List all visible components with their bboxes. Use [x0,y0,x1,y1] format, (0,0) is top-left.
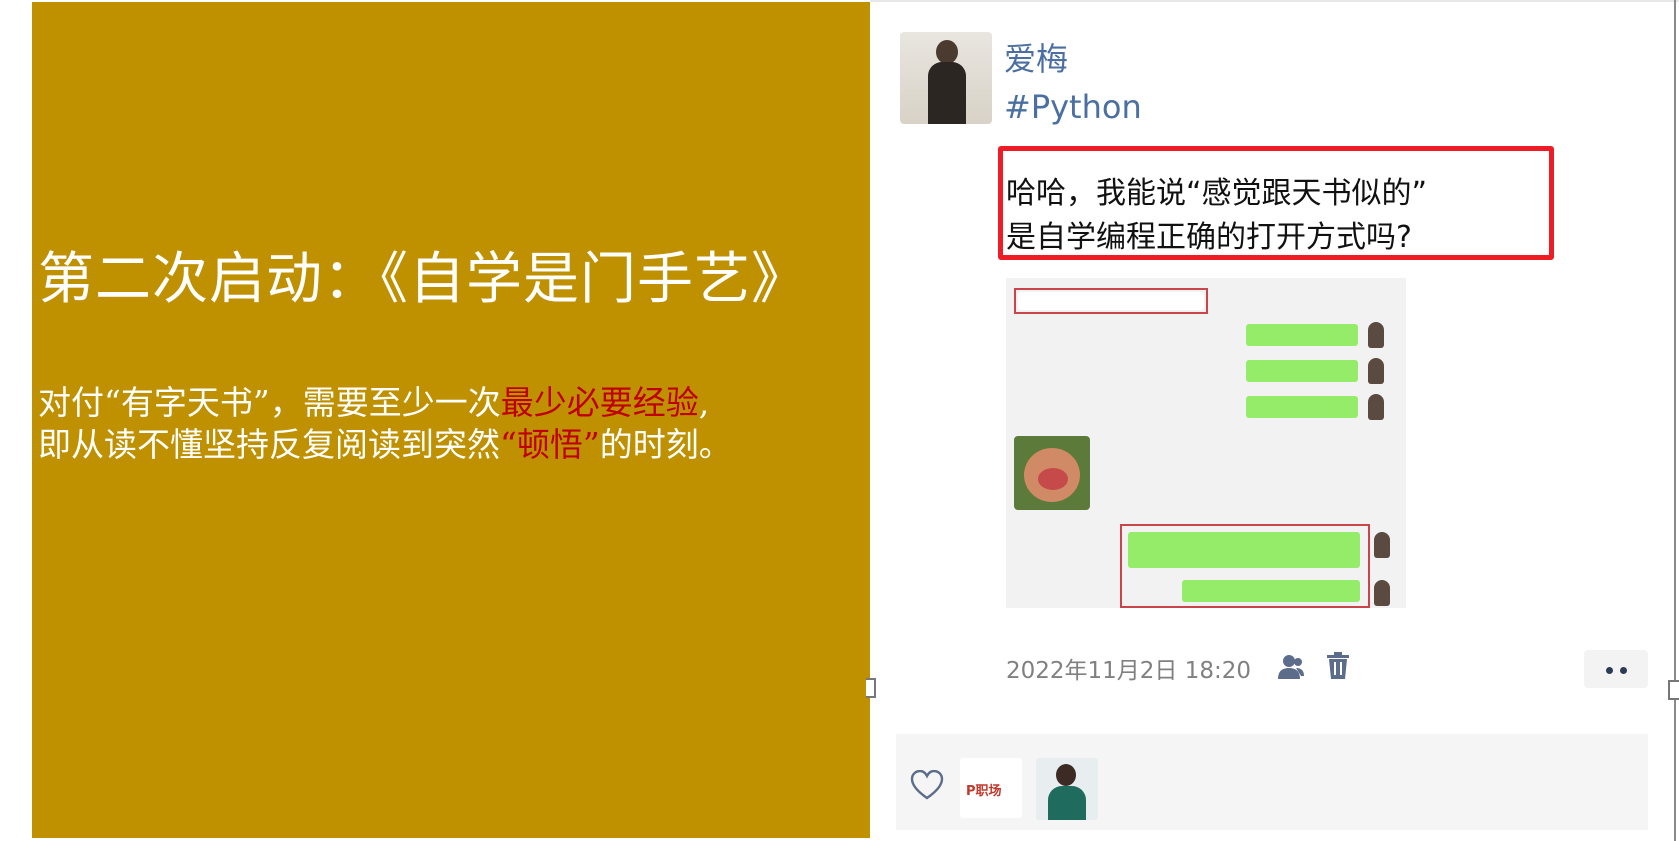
liker-avatar-body [1048,786,1086,820]
right-border-line [1674,0,1676,841]
more-dot [1606,667,1613,674]
post-timestamp: 2022年11月2日 18:20 [1006,658,1252,684]
poster-username[interactable]: 爱梅 [1004,34,1068,80]
slide-line-1-text: 对付“有字天书”，需要至少一次 [38,383,501,422]
chat-bubble-sent [1128,532,1360,568]
slide-line-1-emphasis: 最少必要经验 [500,383,699,422]
chat-avatar [1374,532,1390,558]
slide-line-2-emphasis: “顿悟” [500,425,600,464]
chat-sticker-image [1014,436,1090,510]
top-divider [870,0,1679,2]
liker-avatar-logo: P职场 [966,784,1002,799]
slide-title: 第二次启动：《自学是门手艺》 [38,247,808,312]
liker-avatar[interactable]: P职场 [960,758,1022,818]
heart-icon[interactable] [910,769,944,800]
slide-line-1: 对付“有字天书”，需要至少一次最少必要经验, [38,382,732,424]
chat-avatar [1374,580,1390,606]
chat-avatar [1368,394,1384,420]
more-icon[interactable] [1584,650,1648,688]
slide-line-2-text: 即从读不懂坚持反复阅读到突然 [38,425,500,464]
resize-handle-right[interactable] [1668,680,1679,700]
trash-icon[interactable] [1326,652,1350,680]
avatar-head [936,40,958,64]
avatar-body [928,62,966,124]
post-text-line-1: 哈哈，我能说“感觉跟天书似的” [1006,176,1428,211]
post-text-line-2: 是自学编程正确的打开方式吗? [1006,220,1412,255]
poster-avatar[interactable] [900,32,992,124]
sticker-nose [1038,468,1068,490]
likes-bar: P职场 [896,734,1648,830]
slide-line-1-punct: , [698,383,710,422]
chat-screenshot-image[interactable] [1006,278,1406,608]
more-dot [1620,667,1627,674]
liker-avatar-head [1056,764,1076,786]
liker-avatar[interactable] [1036,758,1098,820]
user-icon[interactable] [1276,654,1306,680]
chat-avatar [1368,322,1384,348]
slide-line-2-tail: 的时刻。 [599,425,732,464]
post-hashtag[interactable]: #Python [1004,88,1142,126]
chat-bubble-sent [1246,360,1358,382]
chat-avatar [1368,358,1384,384]
chat-bubble-sent [1246,396,1358,418]
resize-handle-left[interactable] [866,678,876,698]
slide-body: 对付“有字天书”，需要至少一次最少必要经验, 即从读不懂坚持反复阅读到突然“顿悟… [38,382,732,466]
chat-bubble-received [1018,292,1204,310]
chat-bubble-sent [1182,580,1360,602]
post-text: 哈哈，我能说“感觉跟天书似的” 是自学编程正确的打开方式吗? [1006,172,1427,260]
chat-bubble-sent [1246,324,1358,346]
slide-line-2: 即从读不懂坚持反复阅读到突然“顿悟”的时刻。 [38,424,732,466]
slide-panel: 第二次启动：《自学是门手艺》 对付“有字天书”，需要至少一次最少必要经验, 即从… [32,2,870,838]
